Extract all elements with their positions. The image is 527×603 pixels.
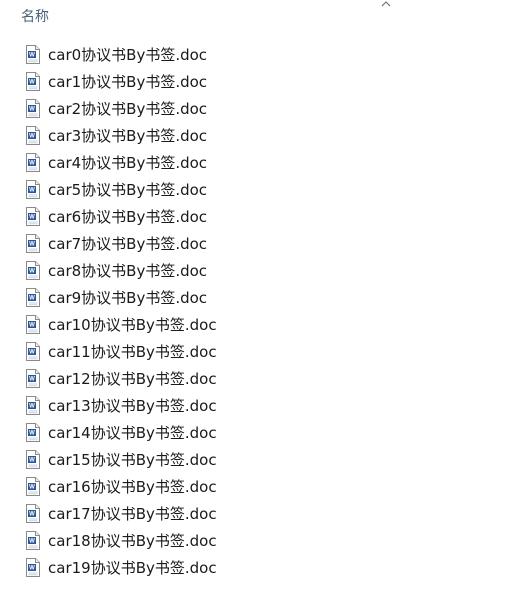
word-doc-icon: W <box>26 315 40 334</box>
file-name: car5协议书By书签.doc <box>48 181 208 199</box>
file-row[interactable]: W car8协议书By书签.doc <box>0 257 527 284</box>
file-row[interactable]: W car18协议书By书签.doc <box>0 527 527 554</box>
svg-text:W: W <box>29 404 35 410</box>
file-name: car12协议书By书签.doc <box>48 370 217 388</box>
svg-text:W: W <box>29 512 35 518</box>
svg-text:W: W <box>29 134 35 140</box>
file-row[interactable]: W car3协议书By书签.doc <box>0 122 527 149</box>
svg-text:W: W <box>29 53 35 59</box>
file-name: car9协议书By书签.doc <box>48 289 208 307</box>
word-doc-icon: W <box>26 288 40 307</box>
svg-text:W: W <box>29 215 35 221</box>
word-doc-icon: W <box>26 450 40 469</box>
svg-text:W: W <box>29 566 35 572</box>
svg-text:W: W <box>29 350 35 356</box>
file-name: car1协议书By书签.doc <box>48 73 208 91</box>
word-doc-icon: W <box>26 207 40 226</box>
file-row[interactable]: W car16协议书By书签.doc <box>0 473 527 500</box>
file-list-header: 名称 <box>0 0 527 32</box>
word-doc-icon: W <box>26 396 40 415</box>
word-doc-icon: W <box>26 234 40 253</box>
word-doc-icon: W <box>26 423 40 442</box>
word-doc-icon: W <box>26 531 40 550</box>
file-row[interactable]: W car19协议书By书签.doc <box>0 554 527 581</box>
svg-text:W: W <box>29 431 35 437</box>
file-row[interactable]: W car11协议书By书签.doc <box>0 338 527 365</box>
svg-text:W: W <box>29 242 35 248</box>
svg-text:W: W <box>29 296 35 302</box>
word-doc-icon: W <box>26 180 40 199</box>
file-name: car13协议书By书签.doc <box>48 397 217 415</box>
file-name: car2协议书By书签.doc <box>48 100 208 118</box>
svg-text:W: W <box>29 377 35 383</box>
svg-text:W: W <box>29 161 35 167</box>
word-doc-icon: W <box>26 153 40 172</box>
file-name: car0协议书By书签.doc <box>48 46 208 64</box>
file-name: car7协议书By书签.doc <box>48 235 208 253</box>
file-list: W car0协议书By书签.doc W car1协议书By书签.doc W ca… <box>0 41 527 581</box>
svg-text:W: W <box>29 323 35 329</box>
svg-text:W: W <box>29 80 35 86</box>
svg-text:W: W <box>29 107 35 113</box>
word-doc-icon: W <box>26 342 40 361</box>
file-row[interactable]: W car10协议书By书签.doc <box>0 311 527 338</box>
file-name: car17协议书By书签.doc <box>48 505 217 523</box>
word-doc-icon: W <box>26 99 40 118</box>
svg-text:W: W <box>29 188 35 194</box>
file-name: car4协议书By书签.doc <box>48 154 208 172</box>
file-row[interactable]: W car6协议书By书签.doc <box>0 203 527 230</box>
file-name: car14协议书By书签.doc <box>48 424 217 442</box>
file-row[interactable]: W car13协议书By书签.doc <box>0 392 527 419</box>
word-doc-icon: W <box>26 126 40 145</box>
word-doc-icon: W <box>26 45 40 64</box>
file-row[interactable]: W car4协议书By书签.doc <box>0 149 527 176</box>
word-doc-icon: W <box>26 504 40 523</box>
file-name: car10协议书By书签.doc <box>48 316 217 334</box>
file-row[interactable]: W car1协议书By书签.doc <box>0 68 527 95</box>
file-name: car3协议书By书签.doc <box>48 127 208 145</box>
file-name: car15协议书By书签.doc <box>48 451 217 469</box>
file-row[interactable]: W car17协议书By书签.doc <box>0 500 527 527</box>
file-name: car16协议书By书签.doc <box>48 478 217 496</box>
word-doc-icon: W <box>26 369 40 388</box>
file-name: car11协议书By书签.doc <box>48 343 217 361</box>
file-name: car18协议书By书签.doc <box>48 532 217 550</box>
file-name: car19协议书By书签.doc <box>48 559 217 577</box>
file-row[interactable]: W car5协议书By书签.doc <box>0 176 527 203</box>
file-name: car6协议书By书签.doc <box>48 208 208 226</box>
name-column-header[interactable]: 名称 <box>21 7 49 27</box>
file-name: car8协议书By书签.doc <box>48 262 208 280</box>
word-doc-icon: W <box>26 558 40 577</box>
svg-text:W: W <box>29 485 35 491</box>
word-doc-icon: W <box>26 477 40 496</box>
word-doc-icon: W <box>26 261 40 280</box>
file-row[interactable]: W car12协议书By书签.doc <box>0 365 527 392</box>
file-row[interactable]: W car7协议书By书签.doc <box>0 230 527 257</box>
file-row[interactable]: W car14协议书By书签.doc <box>0 419 527 446</box>
svg-text:W: W <box>29 269 35 275</box>
file-row[interactable]: W car2协议书By书签.doc <box>0 95 527 122</box>
svg-text:W: W <box>29 458 35 464</box>
svg-text:W: W <box>29 539 35 545</box>
file-row[interactable]: W car9协议书By书签.doc <box>0 284 527 311</box>
file-row[interactable]: W car15协议书By书签.doc <box>0 446 527 473</box>
chevron-up-icon[interactable] <box>381 0 391 8</box>
word-doc-icon: W <box>26 72 40 91</box>
file-row[interactable]: W car0协议书By书签.doc <box>0 41 527 68</box>
